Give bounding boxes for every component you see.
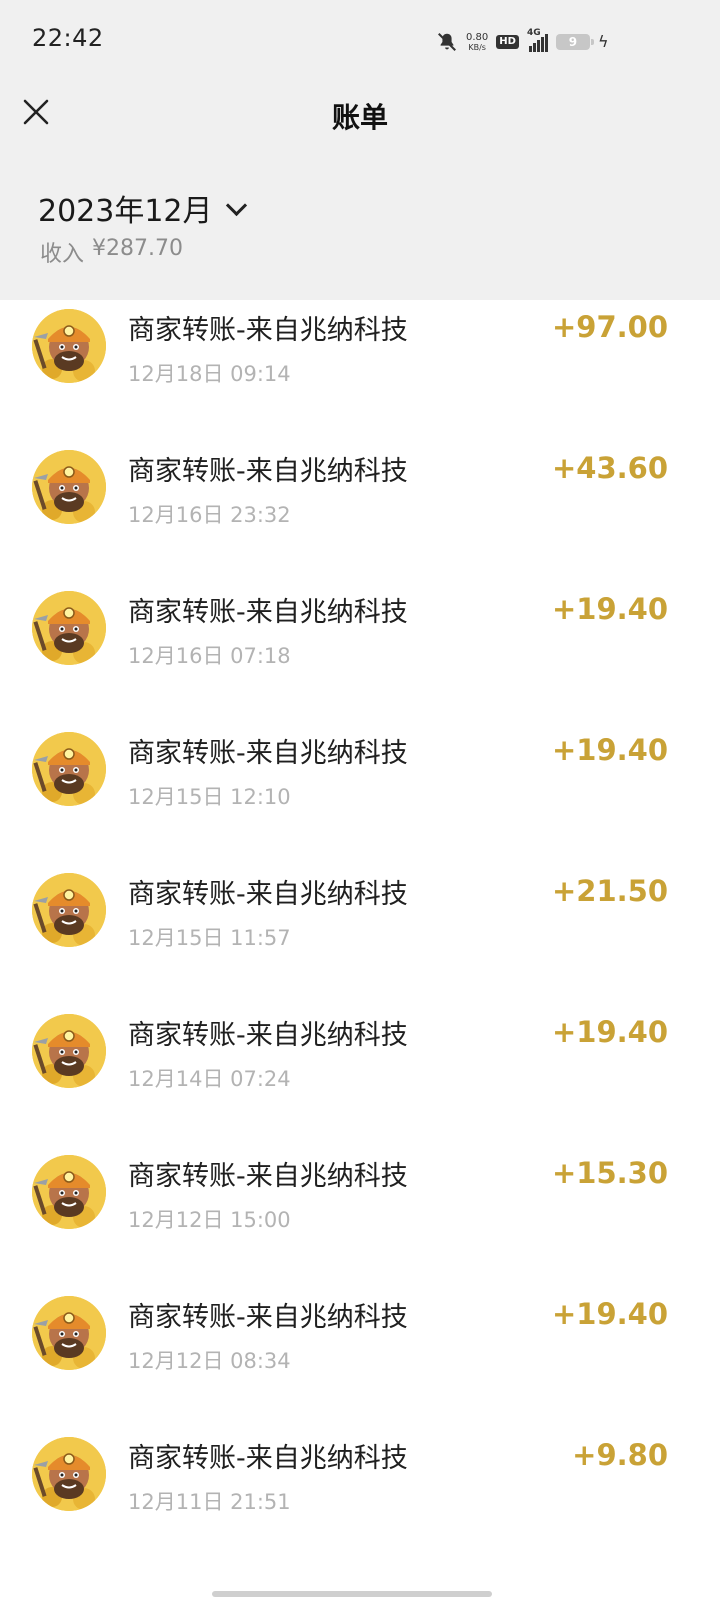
transaction-row[interactable]: 商家转账-来自兆纳科技 12月12日 15:00 +15.30 <box>0 1146 720 1287</box>
transaction-title: 商家转账-来自兆纳科技 <box>128 1161 408 1192</box>
transaction-time: 12月11日 21:51 <box>128 1490 291 1514</box>
transaction-row[interactable]: 商家转账-来自兆纳科技 12月16日 07:18 +19.40 <box>0 582 720 723</box>
transaction-amount: +19.40 <box>551 1015 668 1049</box>
transaction-time: 12月14日 07:24 <box>128 1067 291 1091</box>
merchant-avatar <box>32 591 106 665</box>
transaction-amount: +43.60 <box>551 451 668 485</box>
transaction-amount: +19.40 <box>551 592 668 626</box>
transaction-title: 商家转账-来自兆纳科技 <box>128 879 408 910</box>
transaction-title: 商家转账-来自兆纳科技 <box>128 1020 408 1051</box>
transaction-title: 商家转账-来自兆纳科技 <box>128 1302 408 1333</box>
status-time: 22:42 <box>32 24 104 52</box>
network-speed-value: 0.80 <box>466 31 489 43</box>
home-indicator[interactable] <box>212 1591 492 1597</box>
merchant-avatar <box>32 309 106 383</box>
transaction-time: 12月15日 12:10 <box>128 785 291 809</box>
network-type: 4G <box>526 28 541 38</box>
transaction-amount: +9.80 <box>572 1438 668 1472</box>
month-selector[interactable]: 2023年12月 <box>38 186 247 230</box>
transaction-row[interactable]: 商家转账-来自兆纳科技 12月18日 09:14 +97.00 <box>0 300 720 441</box>
header-area: 22:42 0.80 KB/s HD 4G 9 ϟ 账单 2023年12月 收入… <box>0 0 720 300</box>
merchant-avatar <box>32 1155 106 1229</box>
hd-icon: HD <box>496 35 519 49</box>
merchant-avatar <box>32 732 106 806</box>
charging-icon: ϟ <box>597 32 609 51</box>
nav-bar: 账单 <box>0 84 720 146</box>
transaction-row[interactable]: 商家转账-来自兆纳科技 12月15日 11:57 +21.50 <box>0 864 720 1005</box>
status-icons: 0.80 KB/s HD 4G 9 ϟ <box>436 28 609 56</box>
transaction-title: 商家转账-来自兆纳科技 <box>128 1443 408 1474</box>
transaction-row[interactable]: 商家转账-来自兆纳科技 12月14日 07:24 +19.40 <box>0 1005 720 1146</box>
merchant-avatar <box>32 1014 106 1088</box>
transaction-list: 商家转账-来自兆纳科技 12月18日 09:14 +97.00 商家转账-来自兆纳科技… <box>0 300 720 1569</box>
network-speed-unit: KB/s <box>468 42 486 52</box>
transaction-title: 商家转账-来自兆纳科技 <box>128 738 408 769</box>
income-summary: 收入 ¥287.70 <box>40 236 183 268</box>
status-bar: 22:42 0.80 KB/s HD 4G 9 ϟ <box>0 0 720 84</box>
transaction-time: 12月12日 15:00 <box>128 1208 291 1232</box>
transaction-amount: +19.40 <box>551 733 668 767</box>
page-title: 账单 <box>331 101 388 134</box>
transaction-time: 12月15日 11:57 <box>128 926 291 950</box>
transaction-amount: +19.40 <box>551 1297 668 1331</box>
merchant-avatar <box>32 1437 106 1511</box>
network-speed: 0.80 KB/s <box>466 31 489 52</box>
merchant-avatar <box>32 1296 106 1370</box>
transaction-amount: +21.50 <box>551 874 668 908</box>
mute-icon <box>438 33 456 51</box>
transaction-row[interactable]: 商家转账-来自兆纳科技 12月16日 23:32 +43.60 <box>0 441 720 582</box>
transaction-amount: +97.00 <box>551 310 668 344</box>
transaction-title: 商家转账-来自兆纳科技 <box>128 456 408 487</box>
transaction-time: 12月16日 07:18 <box>128 644 291 668</box>
month-label: 2023年12月 <box>38 194 213 229</box>
merchant-avatar <box>32 450 106 524</box>
chevron-down-icon <box>225 194 247 216</box>
income-label: 收入 <box>40 242 85 267</box>
transaction-time: 12月12日 08:34 <box>128 1349 291 1373</box>
battery-level: 9 <box>568 35 578 49</box>
income-amount: ¥287.70 <box>92 236 183 261</box>
transaction-amount: +15.30 <box>551 1156 668 1190</box>
transaction-title: 商家转账-来自兆纳科技 <box>128 315 408 346</box>
transaction-title: 商家转账-来自兆纳科技 <box>128 597 408 628</box>
transaction-row[interactable]: 商家转账-来自兆纳科技 12月11日 21:51 +9.80 <box>0 1428 720 1569</box>
merchant-avatar <box>32 873 106 947</box>
transaction-row[interactable]: 商家转账-来自兆纳科技 12月12日 08:34 +19.40 <box>0 1287 720 1428</box>
transaction-time: 12月18日 09:14 <box>128 362 291 386</box>
transaction-time: 12月16日 23:32 <box>128 503 291 527</box>
signal-icon: 4G <box>527 28 548 52</box>
battery-icon: 9 <box>555 34 594 50</box>
transaction-row[interactable]: 商家转账-来自兆纳科技 12月15日 12:10 +19.40 <box>0 723 720 864</box>
